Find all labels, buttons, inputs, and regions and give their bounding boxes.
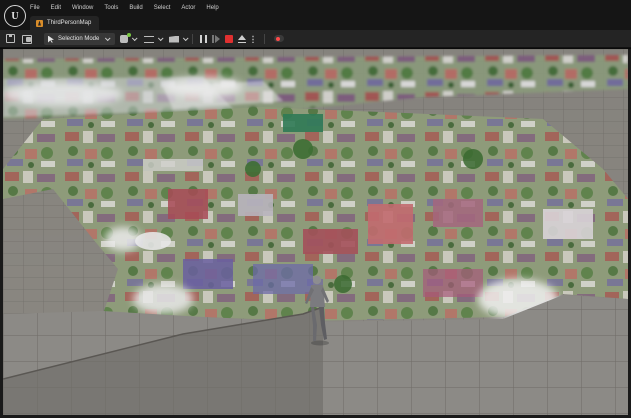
toolbar-divider [192,34,193,44]
menu-help[interactable]: Help [206,3,225,13]
content-browser-icon[interactable] [22,34,33,44]
menu-file[interactable]: File [30,3,47,13]
stop-icon[interactable] [225,35,233,43]
tab-label: ThirdPersonMap [47,20,92,26]
tab-third-person-map[interactable]: ThirdPersonMap [30,16,100,30]
title-bar: U File Edit Window Tools Build Select Ac… [0,0,631,30]
toolbar-divider [264,34,265,44]
menu-tools[interactable]: Tools [104,3,125,13]
save-icon[interactable] [6,34,15,43]
main-toolbar: Selection Mode [0,30,631,48]
blueprint-icon [144,35,154,43]
menu-build[interactable]: Build [129,3,149,13]
chevron-down-icon [105,35,111,42]
menu-select[interactable]: Select [154,3,178,13]
menu-window[interactable]: Window [72,3,100,13]
unreal-logo-icon[interactable]: U [4,5,26,27]
quick-add-button[interactable] [120,33,138,45]
cursor-arrow-icon [48,35,54,43]
level-icon [36,19,43,27]
selection-mode-label: Selection Mode [58,36,100,42]
menu-edit[interactable]: Edit [51,3,68,13]
menu-actor[interactable]: Actor [181,3,202,13]
record-icon[interactable] [274,35,284,42]
cinematics-button[interactable] [169,33,189,45]
chevron-down-icon [131,35,138,42]
chevron-down-icon [182,35,189,42]
blueprint-button[interactable] [144,33,164,45]
chevron-down-icon [157,35,164,42]
cinematics-icon [169,35,179,43]
menu-bar: File Edit Window Tools Build Select Acto… [30,3,230,13]
more-options-icon[interactable] [252,35,254,43]
eject-icon[interactable] [238,35,246,43]
quick-add-icon [120,33,131,43]
selection-mode-button[interactable]: Selection Mode [44,33,116,45]
level-viewport[interactable] [3,49,628,415]
viewport-scene [3,49,628,415]
skip-frame-icon[interactable] [212,35,220,43]
pause-icon[interactable] [200,35,207,43]
